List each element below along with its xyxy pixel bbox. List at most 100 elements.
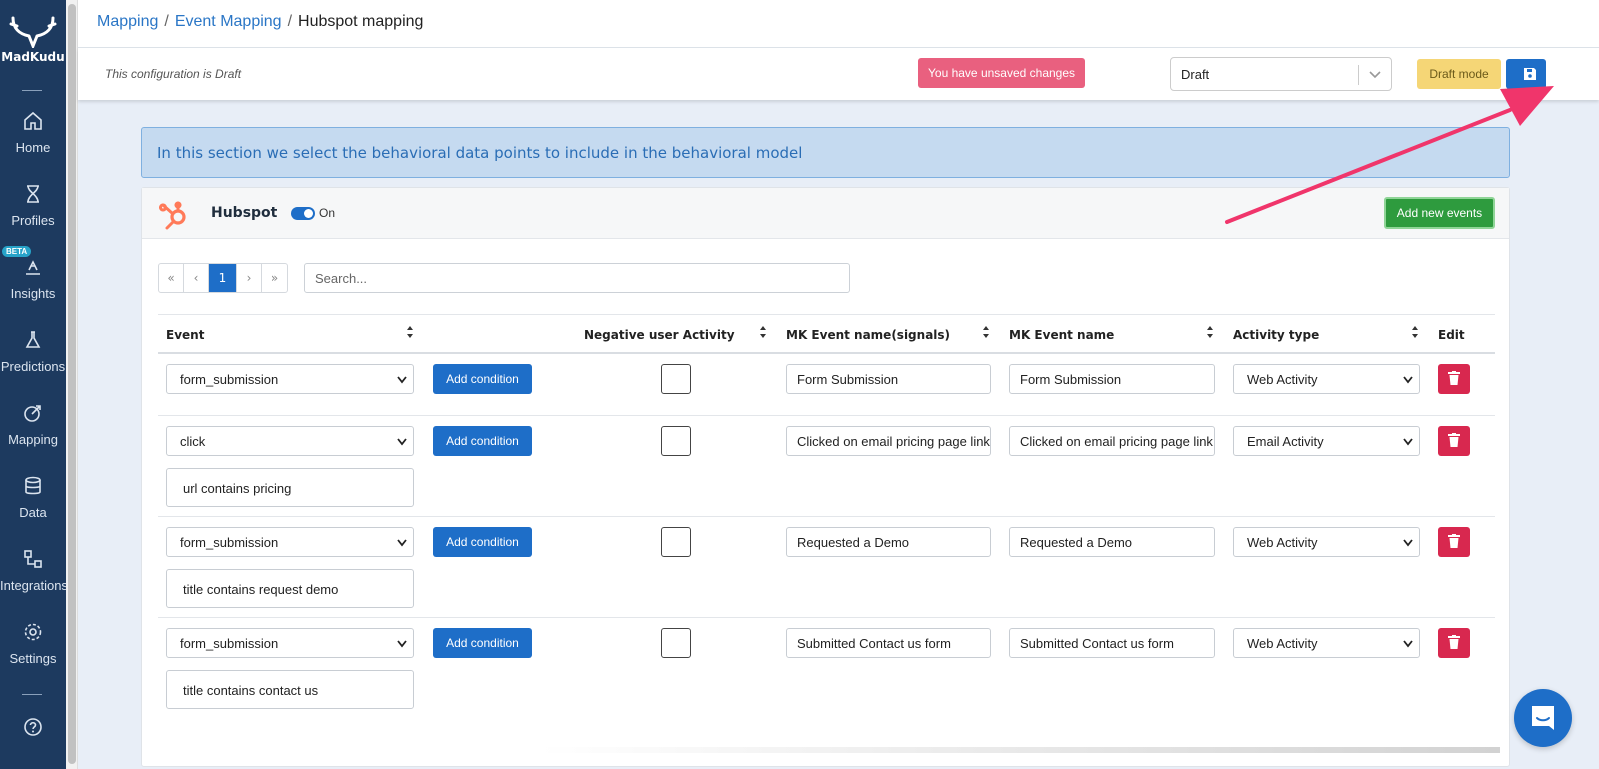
sidebar-scrollbar[interactable] [66,0,78,769]
breadcrumb-link-mapping[interactable]: Mapping [97,13,158,30]
event-name-input[interactable]: Clicked on email pricing page link [1009,426,1215,456]
trash-icon [1448,371,1460,385]
toggle-label: On [319,206,336,220]
sidebar-item-settings[interactable]: Settings [0,621,66,666]
pager-next-button[interactable]: › [237,264,262,292]
sidebar-item-label: Integrations [0,578,68,593]
chevron-down-icon [397,376,407,384]
condition-field[interactable]: title contains request demo [166,569,414,608]
pager-last-button[interactable]: » [262,264,287,292]
event-select[interactable]: click [166,426,414,456]
event-name-input[interactable]: Submitted Contact us form [1009,628,1215,658]
event-select-value: click [180,434,206,449]
add-new-events-button[interactable]: Add new events [1384,197,1495,229]
sidebar-item-label: Insights [10,286,56,301]
sort-icon[interactable] [759,325,767,339]
integration-name: Hubspot [211,205,278,221]
horizontal-scroll-shadow [540,747,1500,753]
activity-type-select[interactable]: Web Activity [1233,527,1420,557]
event-select[interactable]: form_submission [166,527,414,557]
event-select[interactable]: form_submission [166,364,414,394]
hubspot-card: Hubspot On Add new events « ‹ 1 › » Even… [141,187,1510,767]
negative-activity-checkbox[interactable] [661,527,691,557]
info-banner-text: In this section we select the behavioral… [157,144,803,162]
pager-prev-button[interactable]: ‹ [184,264,209,292]
sidebar-item-label: Profiles [11,213,55,228]
madkudu-logo[interactable]: MadKudu [0,16,66,64]
negative-activity-checkbox[interactable] [661,628,691,658]
event-name-input[interactable]: Requested a Demo [1009,527,1215,557]
sort-icon[interactable] [406,325,414,339]
signal-name-input[interactable]: Clicked on email pricing page link [786,426,991,456]
activity-type-select[interactable]: Web Activity [1233,364,1420,394]
table-row: click Add condition Clicked on email pri… [158,416,1495,517]
breadcrumb-separator: / [287,13,293,30]
sidebar-item-predictions[interactable]: Predictions [0,329,66,374]
activity-type-value: Email Activity [1247,434,1324,449]
sidebar-item-data[interactable]: Data [0,475,66,520]
add-condition-button[interactable]: Add condition [433,527,532,557]
chat-launcher-button[interactable] [1514,689,1572,747]
negative-activity-checkbox[interactable] [661,426,691,456]
sidebar-divider [22,90,42,91]
status-select-value: Draft [1181,67,1210,82]
activity-type-select[interactable]: Web Activity [1233,628,1420,658]
event-select[interactable]: form_submission [166,628,414,658]
column-header-signal-name[interactable]: MK Event name(signals) [786,328,950,342]
sidebar-item-home[interactable]: Home [0,110,66,155]
condition-field[interactable]: url contains pricing [166,468,414,507]
sidebar-item-label: Predictions [0,359,66,374]
sidebar-item-help[interactable] [0,716,66,746]
sort-icon[interactable] [1411,325,1419,339]
table-row: form_submission Add condition Form Submi… [158,354,1495,416]
signal-name-input[interactable]: Form Submission [786,364,991,394]
trash-icon [1448,635,1460,649]
delete-button[interactable] [1438,426,1470,456]
integration-toggle[interactable] [291,207,315,220]
delete-button[interactable] [1438,628,1470,658]
save-button[interactable] [1514,59,1546,89]
add-condition-button[interactable]: Add condition [433,364,532,394]
sidebar-item-integrations[interactable]: Integrations [0,548,68,593]
column-header-activity-type[interactable]: Activity type [1233,328,1319,342]
add-condition-button[interactable]: Add condition [433,628,532,658]
search-input[interactable] [304,263,850,293]
chevron-down-icon [397,438,407,446]
sort-icon[interactable] [982,325,990,339]
sidebar-item-label: Home [15,140,51,155]
breadcrumb-separator: / [164,13,169,30]
trash-icon [1448,433,1460,447]
column-header-event[interactable]: Event [166,328,204,342]
sidebar-item-label: Data [19,505,47,520]
sidebar: MadKudu Home Profiles BETA Insights Pred… [0,0,68,769]
status-select[interactable]: Draft [1170,57,1392,91]
insights-icon [26,260,40,275]
sidebar-item-profiles[interactable]: Profiles [0,183,66,228]
sidebar-divider [22,694,42,695]
event-select-value: form_submission [180,372,279,387]
add-condition-button[interactable]: Add condition [433,426,532,456]
activity-type-select[interactable]: Email Activity [1233,426,1420,456]
signal-name-input[interactable]: Requested a Demo [786,527,991,557]
delete-button[interactable] [1438,527,1470,557]
event-name-input[interactable]: Form Submission [1009,364,1215,394]
sidebar-item-mapping[interactable]: Mapping [0,402,66,447]
column-header-negative-activity[interactable]: Negative user Activity [584,328,735,342]
breadcrumb-link-event-mapping[interactable]: Event Mapping [175,13,282,30]
chat-icon [1532,706,1554,730]
negative-activity-checkbox[interactable] [661,364,691,394]
home-icon [24,111,42,130]
card-header: Hubspot On Add new events [142,188,1509,239]
column-header-event-name[interactable]: MK Event name [1009,328,1114,342]
config-toolbar: This configuration is Draft You have uns… [78,48,1599,100]
scrollbar-thumb[interactable] [68,4,76,764]
sidebar-item-insights[interactable]: BETA Insights [0,246,66,301]
draft-mode-button[interactable]: Draft mode [1417,59,1501,89]
delete-button[interactable] [1438,364,1470,394]
pager-page-button[interactable]: 1 [209,264,237,292]
chevron-down-icon [1403,438,1413,446]
sort-icon[interactable] [1206,325,1214,339]
signal-name-input[interactable]: Submitted Contact us form [786,628,991,658]
condition-field[interactable]: title contains contact us [166,670,414,709]
pager-first-button[interactable]: « [159,264,184,292]
